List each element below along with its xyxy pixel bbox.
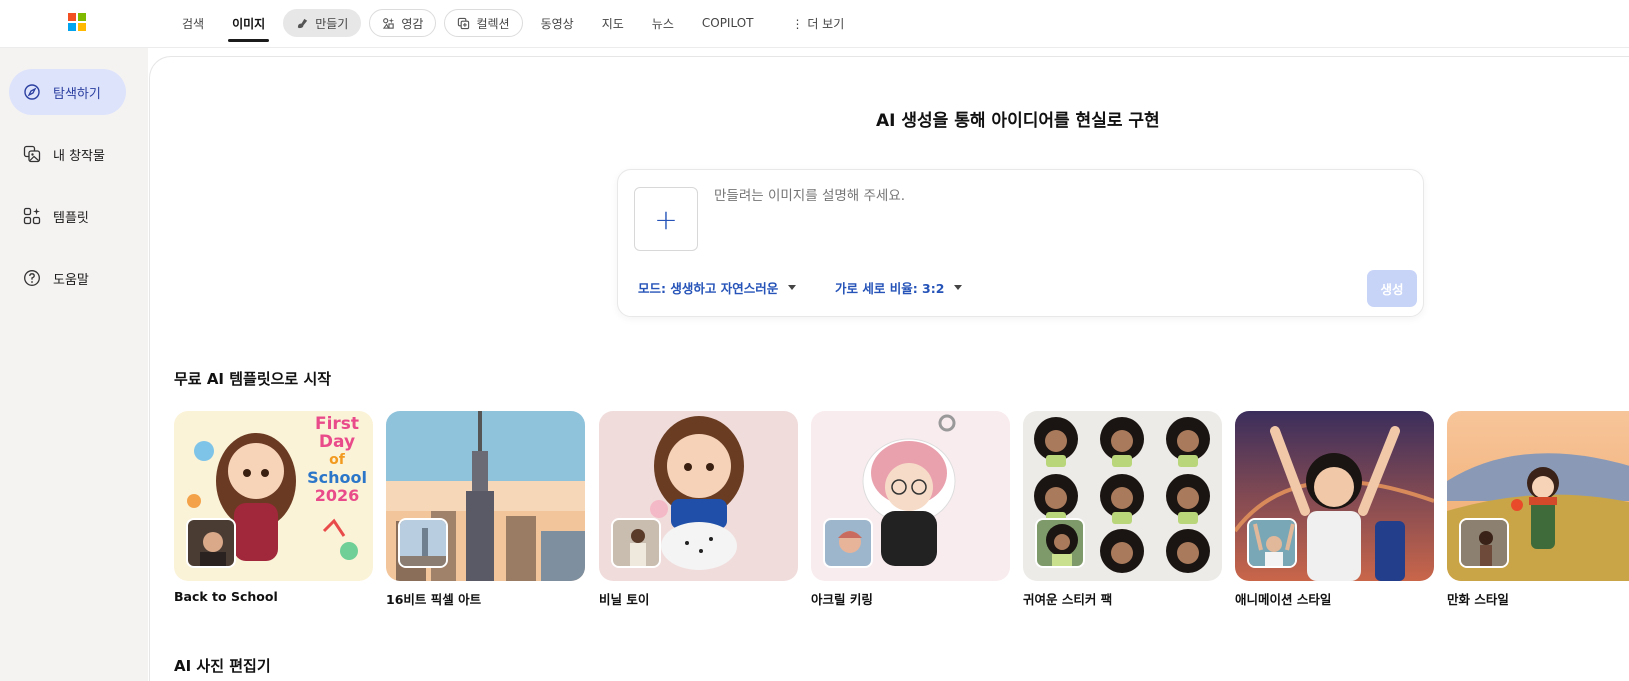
tab-label: 뉴스 bbox=[651, 16, 674, 31]
card-label: 16비트 픽셀 아트 bbox=[386, 592, 482, 607]
sidebar: 탐색하기 내 창작물 템플릿 도움말 bbox=[0, 48, 148, 681]
template-card-acrylic-keyring[interactable]: 아크릴 키링 bbox=[811, 411, 1010, 608]
tab-label: 이미지 bbox=[232, 16, 266, 31]
template-image bbox=[1235, 411, 1434, 581]
card-art-text: 2026 bbox=[314, 486, 360, 505]
microsoft-logo-icon[interactable] bbox=[68, 13, 86, 31]
mode-label: 모드: 생생하고 자연스러운 bbox=[638, 281, 779, 296]
add-image-button[interactable]: + bbox=[634, 187, 698, 251]
card-art-text: School bbox=[307, 468, 367, 487]
template-image bbox=[1023, 411, 1222, 581]
tab-images[interactable]: 이미지 bbox=[218, 0, 279, 46]
template-image bbox=[599, 411, 798, 581]
reference-thumbnail bbox=[398, 518, 448, 568]
template-card-cute-sticker-pack[interactable]: 귀여운 스티커 팩 bbox=[1023, 411, 1222, 608]
template-card-comic-style[interactable]: 만화 스타일 bbox=[1447, 411, 1629, 608]
tab-label: ⋮ 더 보기 bbox=[791, 16, 845, 31]
tab-label: 영감 bbox=[401, 16, 424, 31]
tab-label: 컬렉션 bbox=[476, 16, 510, 31]
prompt-input[interactable] bbox=[714, 188, 1394, 204]
reference-thumbnail bbox=[1035, 518, 1085, 568]
chevron-down-icon bbox=[788, 285, 797, 290]
aspect-ratio-dropdown[interactable]: 가로 세로 비율: 3:2 bbox=[835, 278, 963, 297]
tab-more[interactable]: ⋮ 더 보기 bbox=[778, 0, 859, 46]
chevron-down-icon bbox=[954, 285, 963, 290]
tab-maps[interactable]: 지도 bbox=[588, 0, 638, 46]
sidebar-item-templates[interactable]: 템플릿 bbox=[9, 193, 126, 239]
template-image bbox=[811, 411, 1010, 581]
tab-label: 동영상 bbox=[540, 16, 574, 31]
card-label: 애니메이션 스타일 bbox=[1235, 592, 1332, 607]
template-card-vinyl-toy[interactable]: 비닐 토이 bbox=[599, 411, 798, 608]
tab-label: 지도 bbox=[601, 16, 624, 31]
collection-icon bbox=[458, 17, 470, 29]
sparkle-icon bbox=[383, 17, 395, 29]
top-bar: 검색 이미지 만들기 영감 컬렉션 동영상 지도 뉴스 COPILOT ⋮ 더 … bbox=[0, 0, 1629, 48]
logo-square bbox=[68, 23, 76, 31]
gallery-icon bbox=[23, 145, 41, 163]
template-card-back-to-school[interactable]: First Day of School 2026 Back to School bbox=[174, 411, 373, 604]
mode-dropdown[interactable]: 모드: 생생하고 자연스러운 bbox=[638, 278, 797, 297]
compass-icon bbox=[24, 84, 40, 100]
tab-label: 만들기 bbox=[315, 16, 349, 31]
reference-thumbnail bbox=[1459, 518, 1509, 568]
tab-news[interactable]: 뉴스 bbox=[638, 0, 688, 46]
template-image bbox=[386, 411, 585, 581]
template-card-16bit-pixel-art[interactable]: 16비트 픽셀 아트 bbox=[386, 411, 585, 608]
tab-copilot[interactable]: COPILOT bbox=[688, 0, 768, 46]
sidebar-item-label: 템플릿 bbox=[53, 210, 89, 226]
card-art-text: Day bbox=[318, 432, 356, 452]
logo-square bbox=[68, 13, 76, 21]
card-label: Back to School bbox=[174, 589, 278, 604]
card-label: 아크릴 키링 bbox=[811, 592, 873, 607]
sidebar-item-my-creations[interactable]: 내 창작물 bbox=[9, 131, 126, 177]
sidebar-item-label: 내 창작물 bbox=[53, 148, 105, 164]
top-nav: 검색 이미지 만들기 영감 컬렉션 동영상 지도 뉴스 COPILOT ⋮ 더 … bbox=[168, 0, 858, 46]
reference-thumbnail bbox=[186, 518, 236, 568]
template-image bbox=[1447, 411, 1629, 581]
reference-thumbnail bbox=[611, 518, 661, 568]
photo-editor-section-title: AI 사진 편집기 bbox=[174, 657, 271, 675]
reference-thumbnail bbox=[1247, 518, 1297, 568]
brush-icon bbox=[298, 18, 308, 28]
template-card-animation-style[interactable]: 애니메이션 스타일 bbox=[1235, 411, 1434, 608]
plus-icon: + bbox=[654, 202, 678, 236]
ratio-label: 가로 세로 비율: 3:2 bbox=[835, 281, 945, 296]
template-image: First Day of School 2026 bbox=[174, 411, 373, 581]
page-title: AI 생성을 통해 아이디어를 현실로 구현 bbox=[876, 111, 1160, 131]
logo-square bbox=[78, 13, 86, 21]
card-art-text: First bbox=[314, 414, 360, 434]
reference-thumbnail bbox=[823, 518, 873, 568]
tab-search[interactable]: 검색 bbox=[168, 0, 218, 46]
card-art-text: of bbox=[329, 452, 345, 468]
templates-section-title: 무료 AI 템플릿으로 시작 bbox=[174, 370, 332, 388]
prompt-box: + 모드: 생생하고 자연스러운 가로 세로 비율: 3:2 생성 bbox=[617, 169, 1424, 317]
tab-label: COPILOT bbox=[701, 16, 754, 30]
tab-collections[interactable]: 컬렉션 bbox=[444, 9, 523, 37]
sidebar-item-help[interactable]: 도움말 bbox=[9, 255, 126, 301]
logo-square bbox=[78, 23, 86, 31]
template-icon bbox=[23, 207, 41, 225]
tab-inspiration[interactable]: 영감 bbox=[369, 9, 437, 37]
card-label: 귀여운 스티커 팩 bbox=[1023, 592, 1113, 607]
card-label: 비닐 토이 bbox=[599, 592, 650, 607]
tab-label: 검색 bbox=[182, 16, 205, 31]
sidebar-item-label: 탐색하기 bbox=[53, 86, 101, 102]
card-label: 만화 스타일 bbox=[1447, 592, 1509, 607]
sidebar-item-explore[interactable]: 탐색하기 bbox=[9, 69, 126, 115]
sidebar-item-label: 도움말 bbox=[53, 272, 89, 288]
tab-create[interactable]: 만들기 bbox=[283, 9, 362, 37]
generate-label: 생성 bbox=[1380, 282, 1404, 297]
help-icon bbox=[24, 270, 40, 286]
generate-button[interactable]: 생성 bbox=[1367, 270, 1417, 307]
tab-videos[interactable]: 동영상 bbox=[527, 0, 588, 46]
